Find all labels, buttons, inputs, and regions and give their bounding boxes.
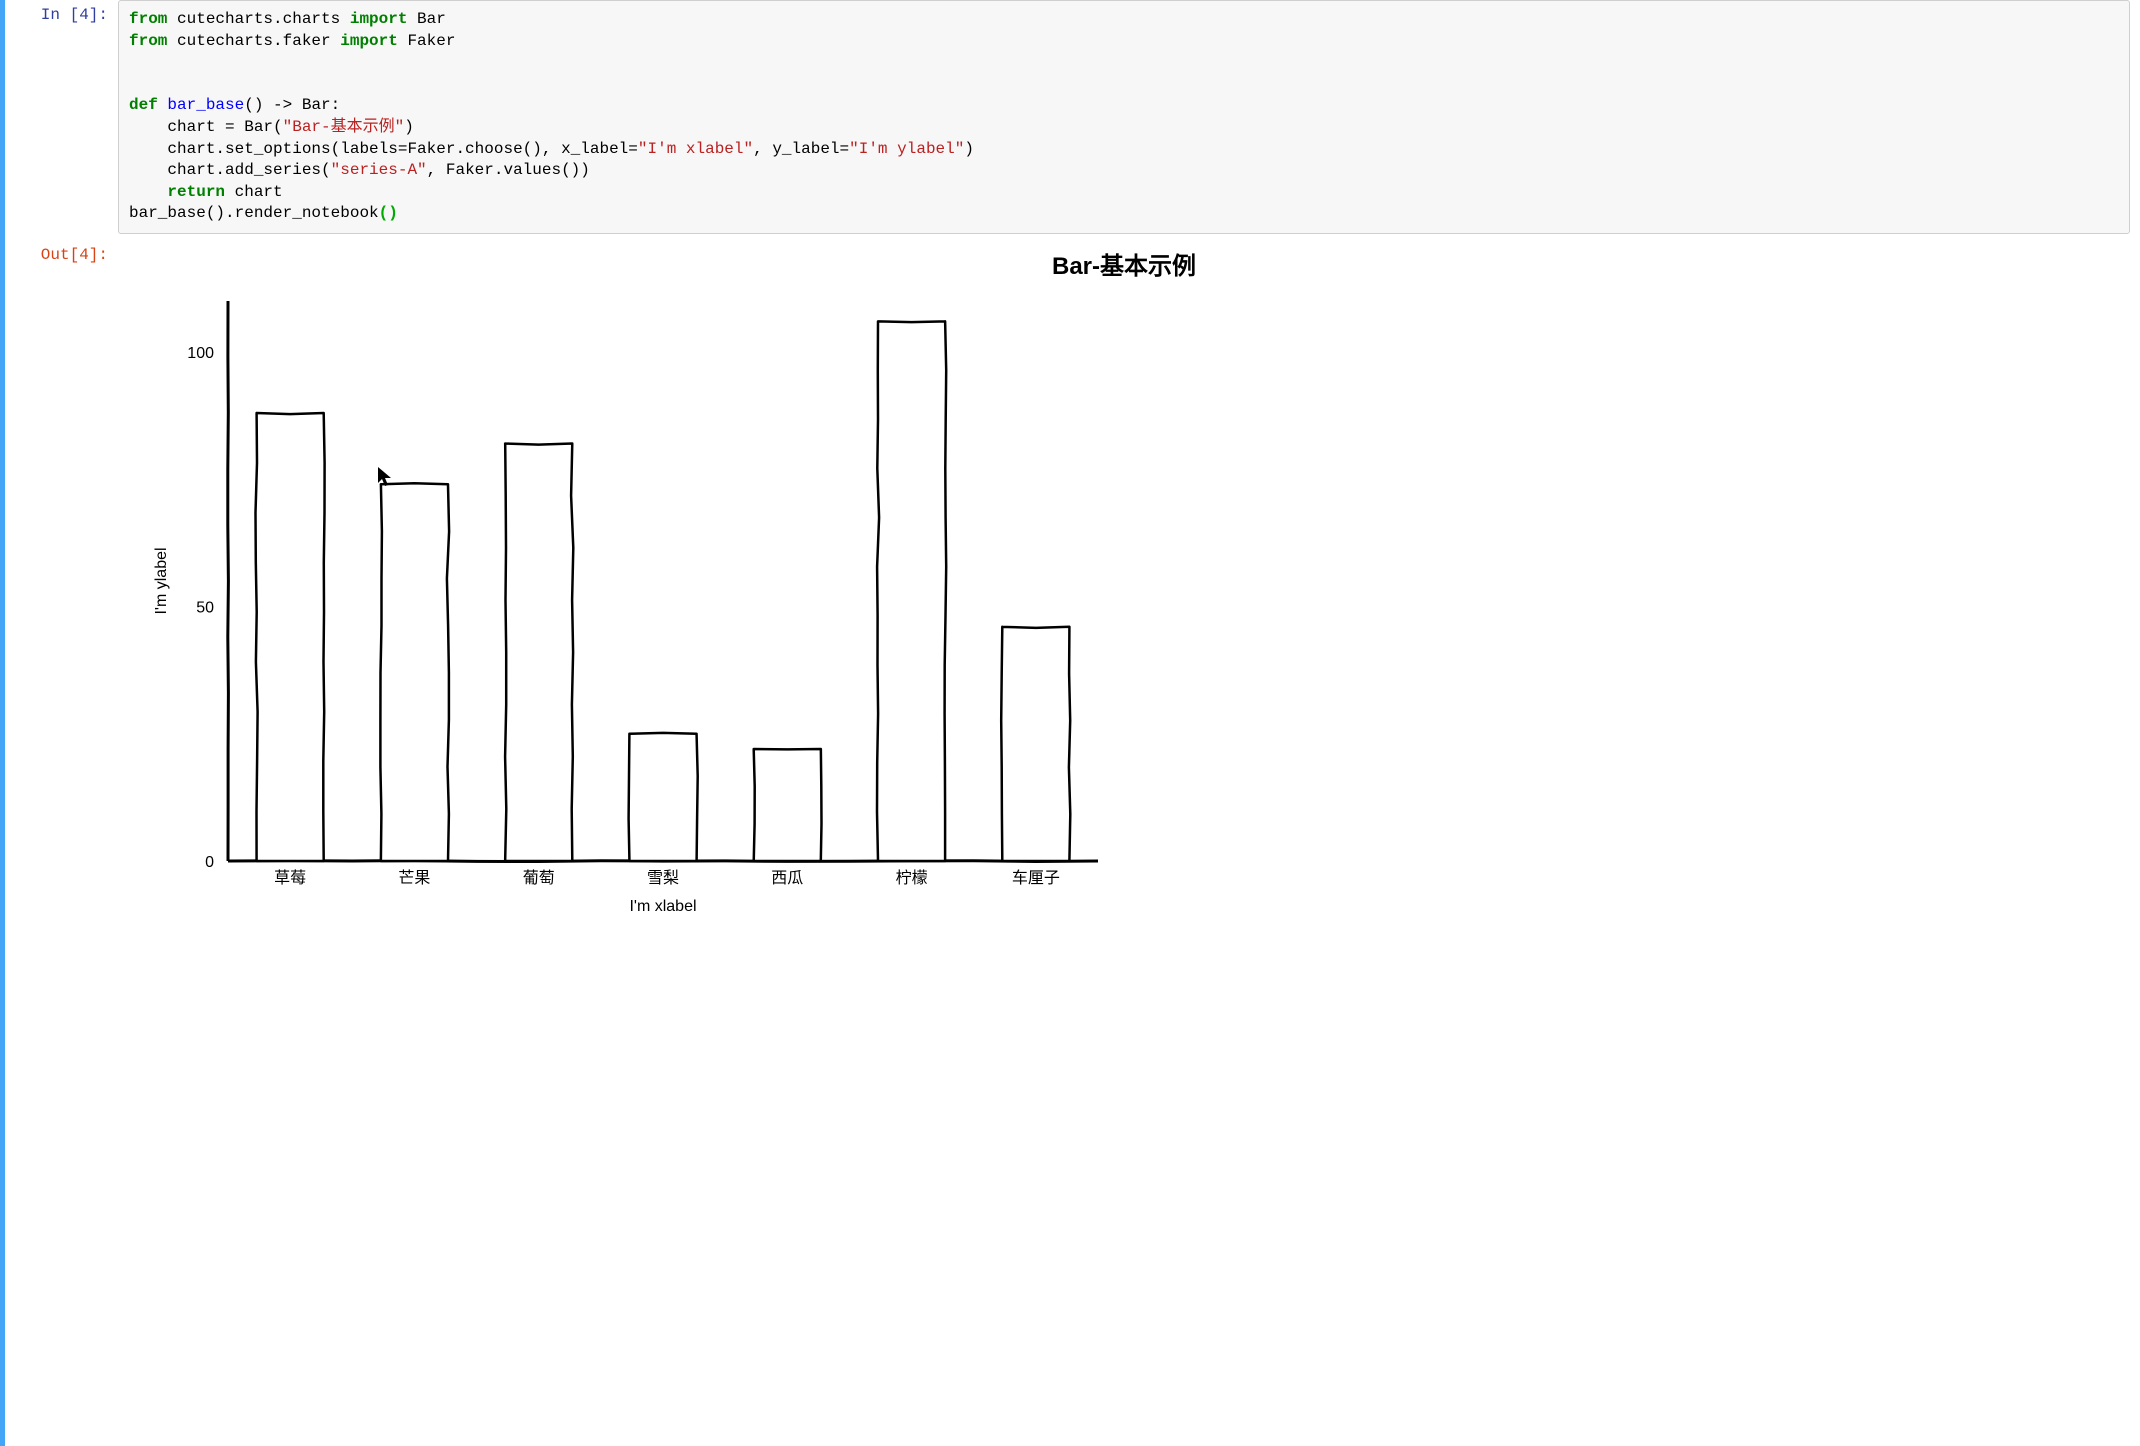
code-input[interactable]: from cutecharts.charts import Bar from c… <box>118 0 2130 234</box>
notebook-selected-edge: In [4]: from cutecharts.charts import Ba… <box>0 0 2140 1446</box>
y-tick-label: 0 <box>205 854 214 871</box>
x-tick-label: 芒果 <box>398 869 430 887</box>
y-tick-label: 50 <box>196 599 214 616</box>
code-text: chart = Bar( <box>129 118 283 136</box>
bar[interactable] <box>1001 627 1070 861</box>
output-area: Bar-基本示例 0 50 100 I'm ylabel 草莓 芒果 葡萄 雪梨 西瓜 柠檬 车厘子… <box>118 240 2130 937</box>
bar[interactable] <box>505 443 573 861</box>
y-axis <box>228 301 229 861</box>
x-tick-label: 西瓜 <box>771 870 803 887</box>
code-text: chart.add_series( <box>129 161 331 179</box>
x-tick-label: 草莓 <box>274 869 306 887</box>
x-tick-label: 柠檬 <box>896 869 928 887</box>
chart-container[interactable]: 0 50 100 I'm ylabel 草莓 芒果 葡萄 雪梨 西瓜 柠檬 车厘子 I'm xlabe… <box>128 291 2120 931</box>
code-text: () -> Bar: <box>244 96 340 114</box>
code-string: "I'm xlabel" <box>638 140 753 158</box>
code-keyword: return <box>167 183 225 201</box>
code-text: Bar <box>407 10 445 28</box>
bar-chart[interactable]: 0 50 100 I'm ylabel 草莓 芒果 葡萄 雪梨 西瓜 柠檬 车厘子 I'm xlabe… <box>128 291 1128 931</box>
code-keyword: import <box>340 32 398 50</box>
x-tick-label: 葡萄 <box>523 869 555 887</box>
code-text: bar_base().render_notebook <box>129 204 379 222</box>
code-paren: ) <box>388 204 398 222</box>
code-keyword: import <box>350 10 408 28</box>
bar[interactable] <box>754 749 822 861</box>
code-text: , y_label= <box>753 140 849 158</box>
chart-title: Bar-基本示例 <box>128 246 2120 281</box>
code-string: "Bar-基本示例" <box>283 118 405 136</box>
in-prompt: In [4]: <box>10 0 118 234</box>
input-cell: In [4]: from cutecharts.charts import Ba… <box>10 0 2130 234</box>
x-axis-label: I'm xlabel <box>629 898 696 915</box>
code-paren: ( <box>379 204 389 222</box>
output-cell: Out[4]: Bar-基本示例 0 50 100 I'm ylabel 草莓 芒果 葡萄 雪… <box>10 240 2130 937</box>
code-text: chart <box>225 183 283 201</box>
code-text: ) <box>404 118 414 136</box>
y-tick-label: 100 <box>187 345 214 362</box>
bar[interactable] <box>380 483 449 861</box>
code-keyword: def <box>129 96 158 114</box>
code-text: Faker <box>398 32 456 50</box>
bar[interactable] <box>256 413 325 861</box>
x-tick-label: 车厘子 <box>1012 869 1060 887</box>
code-text: cutecharts.faker <box>167 32 340 50</box>
code-string: "series-A" <box>331 161 427 179</box>
code-funcname: bar_base <box>158 96 244 114</box>
notebook-container: In [4]: from cutecharts.charts import Ba… <box>5 0 2140 937</box>
bar[interactable] <box>877 321 946 861</box>
code-text: chart.set_options(labels=Faker.choose(),… <box>129 140 638 158</box>
code-text: , Faker.values()) <box>427 161 590 179</box>
bar[interactable] <box>629 733 698 861</box>
code-string: "I'm ylabel" <box>849 140 964 158</box>
code-text: cutecharts.charts <box>167 10 349 28</box>
code-keyword: from <box>129 32 167 50</box>
y-axis-label: I'm ylabel <box>153 547 170 614</box>
out-prompt: Out[4]: <box>10 240 118 937</box>
code-keyword: from <box>129 10 167 28</box>
x-tick-label: 雪梨 <box>647 869 679 887</box>
code-text: ) <box>964 140 974 158</box>
